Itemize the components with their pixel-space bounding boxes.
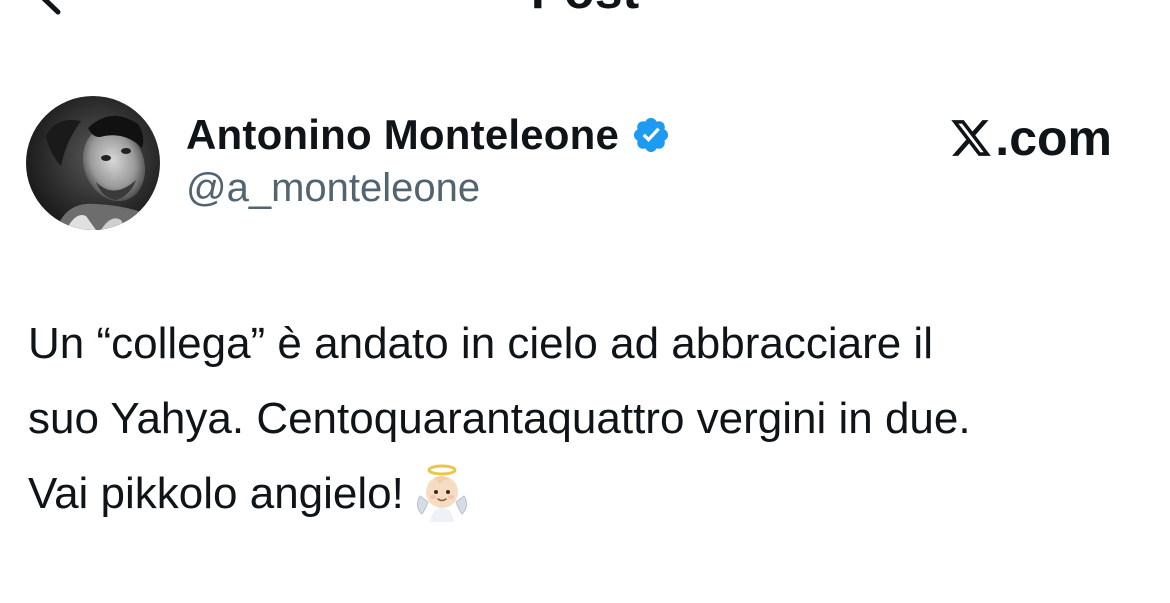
author-name-text: Antonino Monteleone <box>186 111 620 158</box>
source-badge: .com <box>949 110 1112 166</box>
post-text: Un “collega” è andato in cielo ad abbrac… <box>28 306 1148 531</box>
profile-photo <box>26 96 160 230</box>
post-text-line-content: Vai pikkolo angielo! <box>28 469 404 518</box>
baby-angel-emoji-icon <box>412 462 472 522</box>
author-handle[interactable]: @a_monteleone <box>186 166 480 211</box>
verified-badge-icon <box>631 115 671 155</box>
x-logo-icon <box>949 116 993 160</box>
post-text-line: Un “collega” è andato in cielo ad abbrac… <box>28 319 933 368</box>
post-text-line: suo Yahya. Centoquarantaquattro vergini … <box>28 394 971 443</box>
avatar[interactable] <box>26 96 160 230</box>
top-bar: Post <box>0 0 1170 20</box>
author-name[interactable]: Antonino Monteleone <box>186 110 671 160</box>
source-domain: .com <box>995 110 1112 166</box>
page-title: Post <box>0 0 1170 16</box>
post-text-line-last: Vai pikkolo angielo! <box>28 456 1148 531</box>
